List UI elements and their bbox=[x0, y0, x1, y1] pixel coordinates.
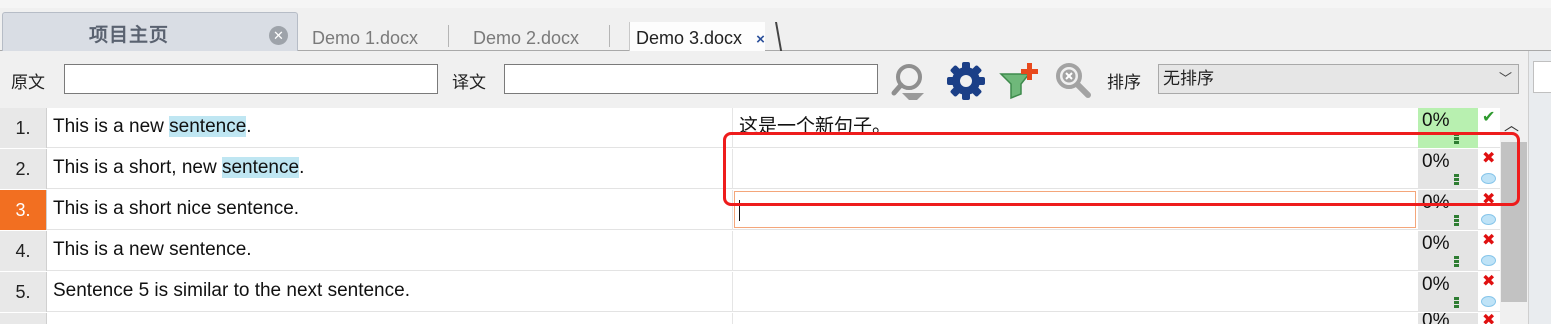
target-cell[interactable]: 这是一个新句子。 bbox=[739, 108, 1415, 148]
quality-bars-icon bbox=[1454, 215, 1460, 229]
tab-demo-1[interactable]: Demo 1.docx bbox=[312, 22, 418, 54]
comment-bubble-icon[interactable] bbox=[1481, 173, 1496, 184]
quality-bars-icon bbox=[1454, 133, 1460, 147]
segment-row[interactable]: 2. This is a short, new sentence. 0% ✖ bbox=[0, 149, 1500, 189]
target-filter-label: 译文 bbox=[452, 73, 486, 92]
column-divider bbox=[732, 313, 733, 324]
settings-gear-icon[interactable] bbox=[945, 60, 987, 102]
segment-row[interactable]: 1. This is a new sentence. 这是一个新句子。 0% ✔ bbox=[0, 108, 1500, 148]
match-percent: 0% bbox=[1418, 313, 1478, 324]
segment-number: 3. bbox=[0, 190, 47, 230]
side-panel-tab[interactable] bbox=[1533, 61, 1551, 93]
tab-demo-2[interactable]: Demo 2.docx bbox=[473, 22, 579, 54]
source-cell: This is a new sentence. bbox=[53, 239, 252, 260]
confirmed-check-icon[interactable]: ✔ bbox=[1482, 110, 1495, 126]
source-filter-input[interactable] bbox=[64, 64, 438, 94]
segment-number: 5. bbox=[0, 272, 47, 312]
target-cell[interactable] bbox=[739, 272, 1415, 312]
grid-scrollbar[interactable]: ︿ bbox=[1500, 108, 1528, 324]
match-percent: 0% bbox=[1418, 108, 1478, 148]
sort-select[interactable]: 无排序 ﹀ bbox=[1158, 64, 1519, 94]
tab-separator bbox=[609, 25, 610, 47]
term-highlight: sentence bbox=[169, 116, 247, 137]
text-caret bbox=[739, 200, 740, 221]
segment-number: 2. bbox=[0, 149, 47, 189]
column-divider bbox=[732, 108, 733, 148]
side-panel-edge bbox=[1528, 51, 1551, 324]
target-edit-field[interactable] bbox=[734, 191, 1416, 228]
tab-demo-3[interactable]: Demo 3.docx × bbox=[629, 22, 765, 54]
source-cell: This is a new sentence. bbox=[53, 116, 252, 137]
unconfirmed-x-icon[interactable]: ✖ bbox=[1482, 233, 1495, 249]
column-divider bbox=[732, 149, 733, 189]
tab-project-home-label: 项目主页 bbox=[89, 25, 170, 46]
source-cell: This is a short, new sentence. bbox=[53, 157, 305, 178]
comment-bubble-icon[interactable] bbox=[1481, 296, 1496, 307]
source-cell: This is a short nice sentence. bbox=[53, 198, 300, 219]
unconfirmed-x-icon[interactable]: ✖ bbox=[1482, 313, 1495, 324]
sort-label: 排序 bbox=[1107, 73, 1141, 92]
sort-select-value: 无排序 bbox=[1163, 69, 1214, 88]
chevron-down-icon: ﹀ bbox=[1498, 71, 1512, 86]
target-filter-input[interactable] bbox=[504, 64, 878, 94]
segment-number: 4. bbox=[0, 231, 47, 271]
segment-row-partial[interactable]: 0% ✖ bbox=[0, 313, 1500, 324]
match-percent: 0% bbox=[1418, 149, 1478, 189]
segment-row[interactable]: 4. This is a new sentence. 0% ✖ bbox=[0, 231, 1500, 271]
tab-project-home[interactable]: 项目主页 ✕ bbox=[2, 12, 298, 54]
segment-number bbox=[0, 313, 47, 324]
scrollbar-thumb[interactable] bbox=[1501, 142, 1527, 302]
target-cell[interactable] bbox=[739, 231, 1415, 271]
tab-close-icon[interactable]: × bbox=[756, 31, 765, 48]
source-cell: Sentence 5 is similar to the next senten… bbox=[53, 280, 410, 301]
comment-bubble-icon[interactable] bbox=[1481, 214, 1496, 225]
column-divider bbox=[732, 231, 733, 271]
target-cell[interactable] bbox=[739, 149, 1415, 189]
quality-bars-icon bbox=[1454, 256, 1460, 270]
source-filter-label: 原文 bbox=[11, 73, 45, 92]
segment-row-current[interactable]: 3. This is a short nice sentence. 0% ✖ bbox=[0, 190, 1500, 230]
document-tab-bar: 项目主页 ✕ Demo 1.docx Demo 2.docx Demo 3.do… bbox=[0, 8, 1551, 56]
unconfirmed-x-icon[interactable]: ✖ bbox=[1482, 192, 1495, 208]
segment-number: 1. bbox=[0, 108, 47, 148]
comment-bubble-icon[interactable] bbox=[1481, 255, 1496, 266]
column-divider bbox=[732, 190, 733, 230]
segment-grid: 1. This is a new sentence. 这是一个新句子。 0% ✔… bbox=[0, 108, 1500, 324]
quality-bars-icon bbox=[1454, 297, 1460, 311]
unconfirmed-x-icon[interactable]: ✖ bbox=[1482, 151, 1495, 167]
filter-search-icon[interactable] bbox=[890, 60, 932, 102]
match-percent: 0% bbox=[1418, 190, 1478, 230]
add-filter-icon[interactable] bbox=[998, 60, 1042, 102]
unconfirmed-x-icon[interactable]: ✖ bbox=[1482, 274, 1495, 290]
tab-separator bbox=[448, 25, 449, 47]
term-highlight: sentence bbox=[221, 157, 300, 178]
close-icon[interactable]: ✕ bbox=[269, 26, 288, 45]
clear-search-icon[interactable] bbox=[1052, 60, 1094, 102]
quality-bars-icon bbox=[1454, 174, 1460, 188]
tab-demo-3-label: Demo 3.docx bbox=[636, 28, 743, 48]
segment-row[interactable]: 5. Sentence 5 is similar to the next sen… bbox=[0, 272, 1500, 312]
scroll-up-arrow-icon[interactable]: ︿ bbox=[1504, 114, 1519, 135]
match-percent: 0% bbox=[1418, 231, 1478, 271]
match-percent: 0% bbox=[1418, 272, 1478, 312]
column-divider bbox=[732, 272, 733, 312]
